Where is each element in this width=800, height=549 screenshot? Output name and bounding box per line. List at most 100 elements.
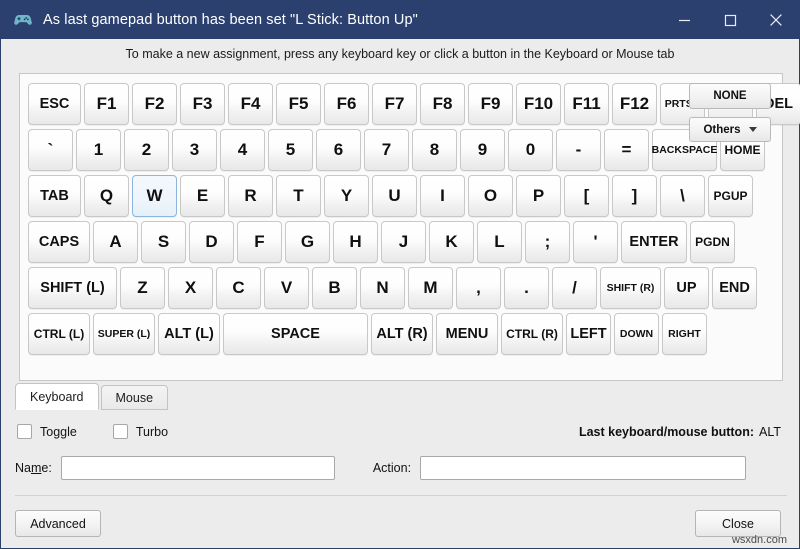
toggle-checkbox[interactable]: Toggle [17, 424, 77, 439]
key-f2[interactable]: F2 [132, 83, 177, 125]
key-h[interactable]: H [333, 221, 378, 263]
key-right[interactable]: RIGHT [662, 313, 707, 355]
turbo-checkbox[interactable]: Turbo [112, 424, 168, 439]
none-button[interactable]: NONE [689, 83, 771, 109]
keyboard-key-grid: ESCF1F2F3F4F5F6F7F8F9F10F11F12PRTSCPAUSE… [28, 83, 800, 355]
key-8[interactable]: 8 [412, 129, 457, 171]
advanced-button[interactable]: Advanced [15, 510, 101, 537]
key-s[interactable]: S [141, 221, 186, 263]
key-d[interactable]: D [189, 221, 234, 263]
key-i[interactable]: I [420, 175, 465, 217]
key-a[interactable]: A [93, 221, 138, 263]
key-ctrl-r[interactable]: CTRL (R) [501, 313, 563, 355]
name-mnemonic: m [30, 461, 42, 475]
key-m[interactable]: M [408, 267, 453, 309]
key-alt-r[interactable]: ALT (R) [371, 313, 433, 355]
key-f6[interactable]: F6 [324, 83, 369, 125]
key-pgup[interactable]: PGUP [708, 175, 753, 217]
key-pgdn[interactable]: PGDN [690, 221, 735, 263]
key-f9[interactable]: F9 [468, 83, 513, 125]
key-[interactable]: = [604, 129, 649, 171]
key-[interactable]: ` [28, 129, 73, 171]
key-enter[interactable]: ENTER [621, 221, 687, 263]
key-up[interactable]: UP [664, 267, 709, 309]
key-4[interactable]: 4 [220, 129, 265, 171]
key-menu[interactable]: MENU [436, 313, 498, 355]
key-alt-l[interactable]: ALT (L) [158, 313, 220, 355]
key-f12[interactable]: F12 [612, 83, 657, 125]
key-[interactable]: [ [564, 175, 609, 217]
tab-mouse[interactable]: Mouse [100, 385, 169, 410]
key-ctrl-l[interactable]: CTRL (L) [28, 313, 90, 355]
key-f10[interactable]: F10 [516, 83, 561, 125]
key-[interactable]: . [504, 267, 549, 309]
minimize-button[interactable] [661, 1, 707, 39]
key-z[interactable]: Z [120, 267, 165, 309]
key-g[interactable]: G [285, 221, 330, 263]
key-5[interactable]: 5 [268, 129, 313, 171]
tab-keyboard[interactable]: Keyboard [15, 383, 99, 410]
gamepad-icon [13, 10, 33, 30]
key-[interactable]: - [556, 129, 601, 171]
key-f7[interactable]: F7 [372, 83, 417, 125]
key-q[interactable]: Q [84, 175, 129, 217]
action-input[interactable] [420, 456, 747, 480]
turbo-checkbox-box[interactable] [112, 424, 128, 439]
key-k[interactable]: K [429, 221, 474, 263]
key-[interactable]: \ [660, 175, 705, 217]
toggle-checkbox-box[interactable] [17, 424, 32, 439]
key-2[interactable]: 2 [124, 129, 169, 171]
key-f1[interactable]: F1 [84, 83, 129, 125]
key-down[interactable]: DOWN [614, 313, 659, 355]
key-n[interactable]: N [360, 267, 405, 309]
key-[interactable]: / [552, 267, 597, 309]
key-b[interactable]: B [312, 267, 357, 309]
key-[interactable]: , [456, 267, 501, 309]
key-y[interactable]: Y [324, 175, 369, 217]
keyboard-panel: ESCF1F2F3F4F5F6F7F8F9F10F11F12PRTSCPAUSE… [19, 73, 800, 381]
key-o[interactable]: O [468, 175, 513, 217]
key-[interactable]: ; [525, 221, 570, 263]
key-w[interactable]: W [132, 175, 177, 217]
key-v[interactable]: V [264, 267, 309, 309]
key-6[interactable]: 6 [316, 129, 361, 171]
key-f[interactable]: F [237, 221, 282, 263]
key-1[interactable]: 1 [76, 129, 121, 171]
key-r[interactable]: R [228, 175, 273, 217]
key-shift-l[interactable]: SHIFT (L) [28, 267, 117, 309]
key-tab[interactable]: TAB [28, 175, 81, 217]
key-space[interactable]: SPACE [223, 313, 368, 355]
key-f8[interactable]: F8 [420, 83, 465, 125]
keyboard-row: ` 1 2 3 4 5 6 7 8 9 0- = BACKSPACE HOME [28, 129, 800, 171]
key-[interactable]: ' [573, 221, 618, 263]
key-caps[interactable]: CAPS [28, 221, 90, 263]
key-l[interactable]: L [477, 221, 522, 263]
key-esc[interactable]: ESC [28, 83, 81, 125]
key-c[interactable]: C [216, 267, 261, 309]
key-f5[interactable]: F5 [276, 83, 321, 125]
close-button[interactable] [753, 1, 799, 39]
key-p[interactable]: P [516, 175, 561, 217]
key-super-l[interactable]: SUPER (L) [93, 313, 155, 355]
key-f11[interactable]: F11 [564, 83, 609, 125]
name-input[interactable] [60, 456, 335, 480]
keyboard-row: CAPS A S D F G H J K L; ' ENTER PGDN [28, 221, 800, 263]
key-e[interactable]: E [180, 175, 225, 217]
key-x[interactable]: X [168, 267, 213, 309]
key-u[interactable]: U [372, 175, 417, 217]
maximize-button[interactable] [707, 1, 753, 39]
key-0[interactable]: 0 [508, 129, 553, 171]
key-3[interactable]: 3 [172, 129, 217, 171]
key-shift-r[interactable]: SHIFT (R) [600, 267, 661, 309]
key-t[interactable]: T [276, 175, 321, 217]
key-[interactable]: ] [612, 175, 657, 217]
key-9[interactable]: 9 [460, 129, 505, 171]
key-7[interactable]: 7 [364, 129, 409, 171]
key-left[interactable]: LEFT [566, 313, 611, 355]
others-dropdown[interactable]: Others [689, 117, 771, 142]
key-end[interactable]: END [712, 267, 757, 309]
key-j[interactable]: J [381, 221, 426, 263]
key-f3[interactable]: F3 [180, 83, 225, 125]
key-f4[interactable]: F4 [228, 83, 273, 125]
close-dialog-button[interactable]: Close [695, 510, 781, 537]
